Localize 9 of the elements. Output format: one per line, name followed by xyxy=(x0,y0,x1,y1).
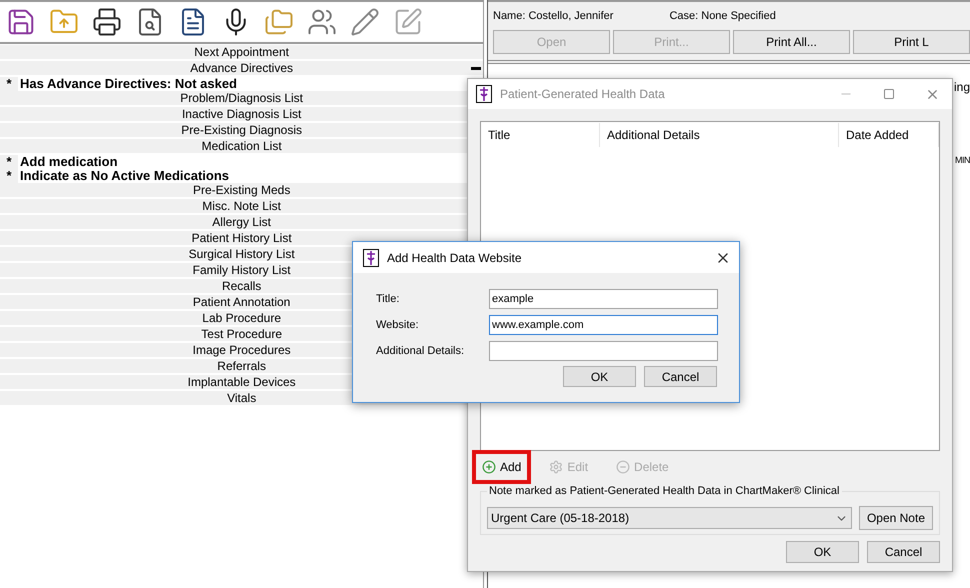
partial-text: ing xyxy=(954,79,970,96)
field-label: Additional Details: xyxy=(376,344,466,359)
partial-text: MIN xyxy=(955,154,970,167)
window-title: Patient-Generated Health Data xyxy=(500,86,665,103)
asterisk-marker: * xyxy=(0,169,18,183)
case-label: Case: None Specified xyxy=(669,8,776,24)
asterisk-marker: * xyxy=(0,155,18,169)
asterisk-marker: * xyxy=(0,77,18,91)
patient-name: Name: Costello, Jennifer xyxy=(493,8,614,24)
